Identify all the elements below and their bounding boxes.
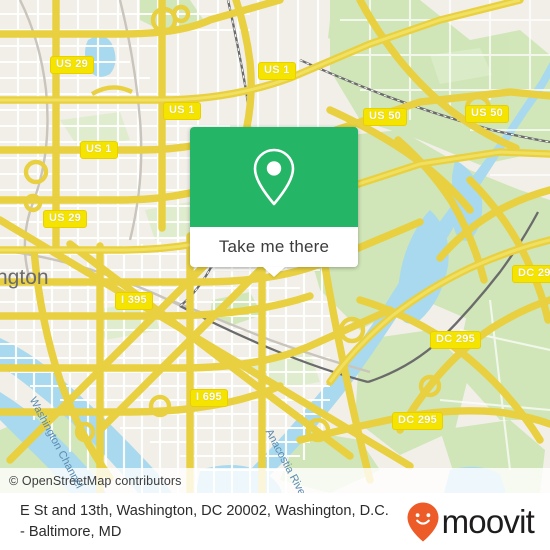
road-shield: US 50 [363,108,408,126]
popup-footer[interactable]: Take me there [190,227,358,277]
road-shield: US 50 [465,105,510,123]
popup-header [190,127,358,227]
road-shield: US 29 [43,210,88,228]
popup-tail-pointer [263,267,285,277]
map-pin-icon [253,148,295,206]
road-shield: DC 295 [512,265,550,283]
map-place-label: ngton [0,266,49,289]
road-shield: US 1 [258,62,296,80]
location-popup-card[interactable]: Take me there [190,127,358,277]
road-shield: DC 295 [392,412,444,430]
road-shield: US 29 [50,56,95,74]
take-me-there-label: Take me there [218,237,330,256]
moovit-wordmark: moovit [441,502,535,540]
road-shield: US 1 [163,102,201,120]
moovit-smiley-pin-icon [407,502,439,541]
attribution-text: © OpenStreetMap contributors [9,473,182,488]
road-shield: I 395 [115,292,153,310]
moovit-logo[interactable]: moovit [406,501,550,543]
footer-bar: E St and 13th, Washington, DC 20002, Was… [0,493,550,550]
screenshot-root: US 29 US 1 US 1 US 50 US 50 US 1 US 29 DC 295 I … [0,0,550,550]
location-address: E St and 13th, Washington, DC 20002, Was… [20,502,389,540]
road-shield: DC 295 [430,331,482,349]
road-shield: US 1 [80,141,118,159]
road-shield: I 695 [190,389,228,407]
